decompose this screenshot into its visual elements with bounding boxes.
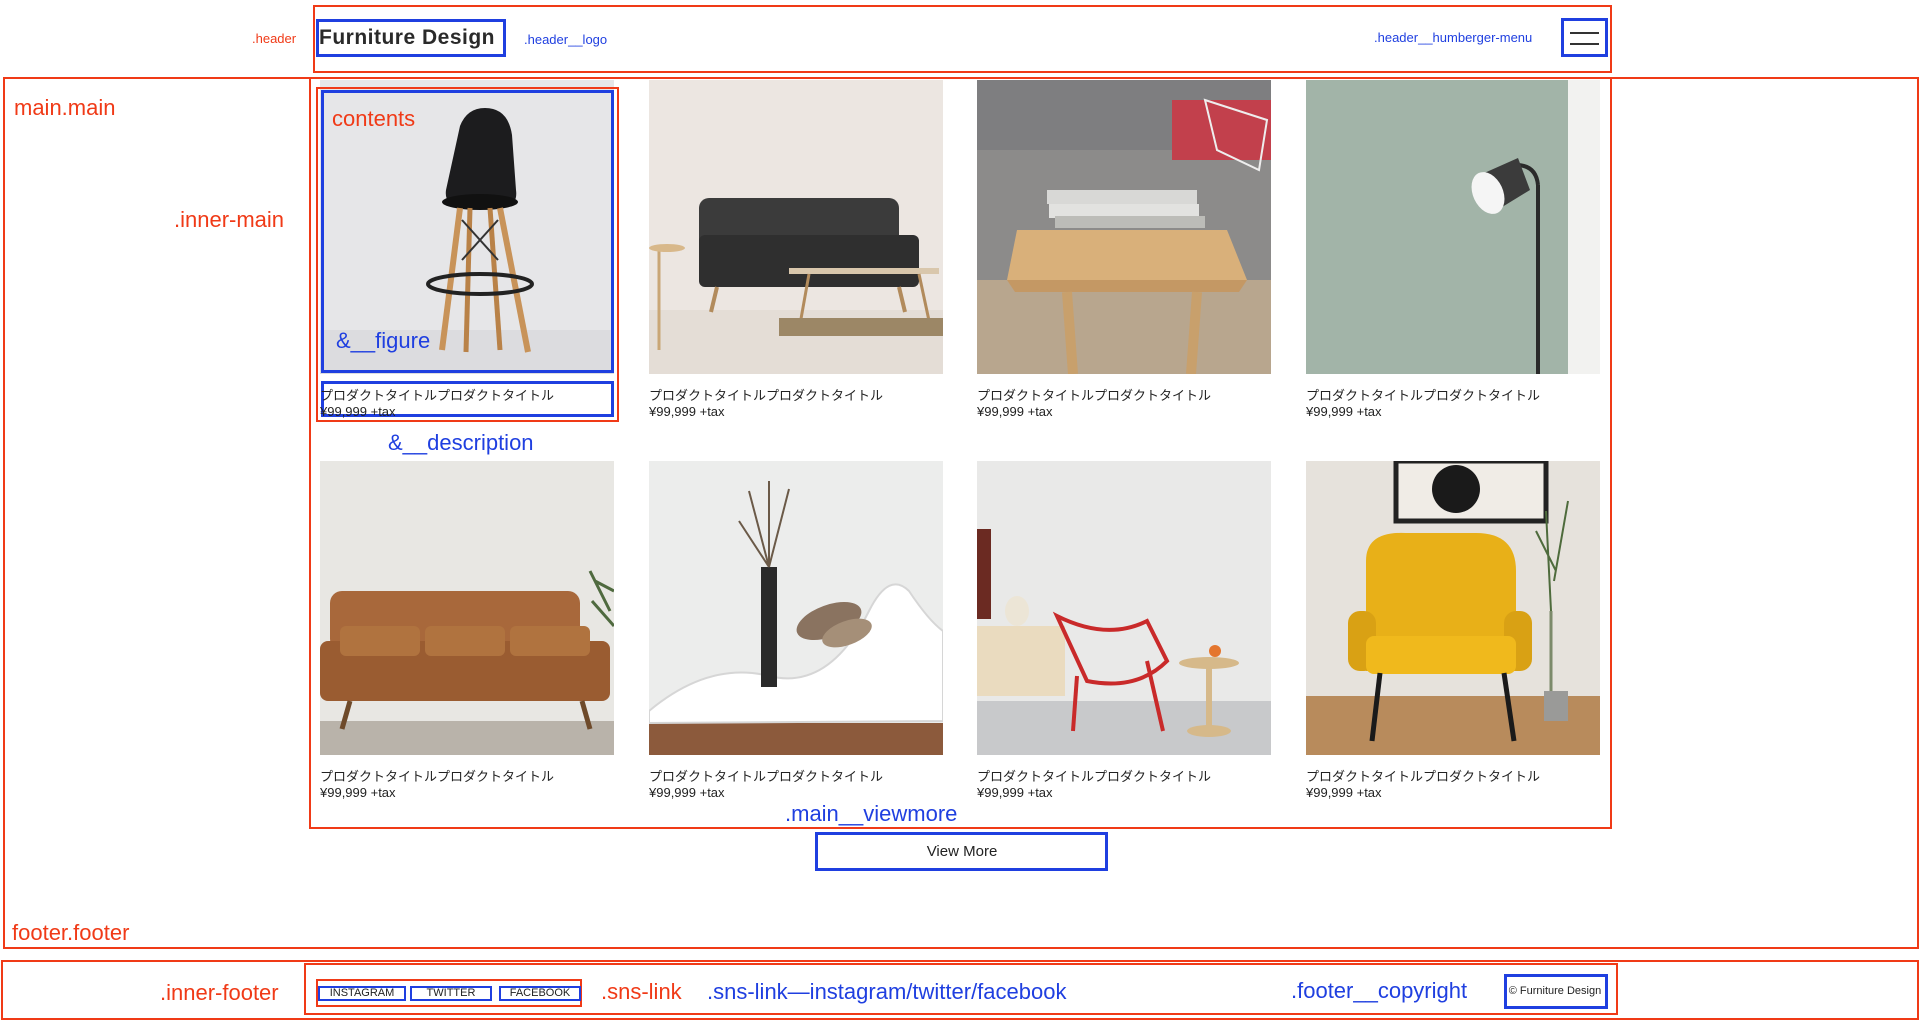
header-logo-label: .header__logo <box>524 32 608 47</box>
product-figure-wire-chair[interactable] <box>977 461 1271 755</box>
product-title: プロダクトタイトルプロダクトタイトル <box>1306 770 1541 785</box>
contents-label: contents <box>332 106 416 131</box>
chaise-image <box>649 461 943 755</box>
yellow-armchair-image <box>1306 461 1600 755</box>
description-label: &__description <box>388 430 534 455</box>
product-figure-lamp[interactable] <box>1306 80 1600 374</box>
wire-chair-image <box>977 461 1271 755</box>
inner-main-label: .inner-main <box>174 207 285 232</box>
leather-sofa-image <box>320 461 614 755</box>
sns-link-modifier-label: .sns-link—instagram/twitter/facebook <box>707 979 1067 1004</box>
hamburger-line-bottom <box>1570 43 1599 45</box>
viewmore-button-label: View More <box>926 843 998 860</box>
sns-link-instagram[interactable]: INSTAGRAM <box>318 986 406 1001</box>
product-figure-chaise[interactable] <box>649 461 943 755</box>
product-title: プロダクトタイトルプロダクトタイトル <box>320 770 555 785</box>
product-title: プロダクトタイトルプロダクトタイトル <box>320 389 555 404</box>
hamburger-menu-label: .header__humberger-menu <box>1374 30 1533 45</box>
product-figure-dark-sofa[interactable] <box>649 80 943 374</box>
product-figure-wood-table[interactable] <box>977 80 1271 374</box>
product-price: ¥99,999 +tax <box>320 785 396 800</box>
product-price: ¥99,999 +tax <box>1306 404 1382 419</box>
wood-table-image <box>977 80 1271 374</box>
copyright-label: .footer__copyright <box>1291 978 1468 1003</box>
footer-copyright: © Furniture Design <box>1508 985 1602 997</box>
product-price: ¥99,999 +tax <box>649 404 725 419</box>
hamburger-line-top <box>1570 32 1599 34</box>
product-title: プロダクトタイトルプロダクトタイトル <box>977 770 1212 785</box>
product-figure-leather-sofa[interactable] <box>320 461 614 755</box>
product-title: プロダクトタイトルプロダクトタイトル <box>649 770 884 785</box>
product-figure-yellow-armchair[interactable] <box>1306 461 1600 755</box>
sns-link-label: .sns-link <box>601 979 682 1004</box>
product-price: ¥99,999 +tax <box>649 785 725 800</box>
product-title: プロダクトタイトルプロダクトタイトル <box>977 389 1212 404</box>
viewmore-label: .main__viewmore <box>785 801 958 826</box>
product-price: ¥99,999 +tax <box>320 404 396 419</box>
dark-sofa-image <box>649 80 943 374</box>
sns-link-facebook[interactable]: FACEBOOK <box>499 986 581 1001</box>
inner-footer-label: .inner-footer <box>160 980 279 1005</box>
lamp-image <box>1306 80 1600 374</box>
figure-label: &__figure <box>336 328 431 353</box>
hamburger-menu-button[interactable] <box>1561 18 1608 57</box>
product-price: ¥99,999 +tax <box>977 785 1053 800</box>
footer-label: footer.footer <box>12 920 130 945</box>
sns-link-twitter[interactable]: TWITTER <box>410 986 492 1001</box>
product-price: ¥99,999 +tax <box>977 404 1053 419</box>
product-title: プロダクトタイトルプロダクトタイトル <box>1306 389 1541 404</box>
header-label: .header <box>252 31 297 46</box>
product-title: プロダクトタイトルプロダクトタイトル <box>649 389 884 404</box>
header-logo[interactable]: Furniture Design <box>319 26 495 50</box>
main-label: main.main <box>14 95 116 120</box>
contents-outline <box>316 87 619 422</box>
product-price: ¥99,999 +tax <box>1306 785 1382 800</box>
